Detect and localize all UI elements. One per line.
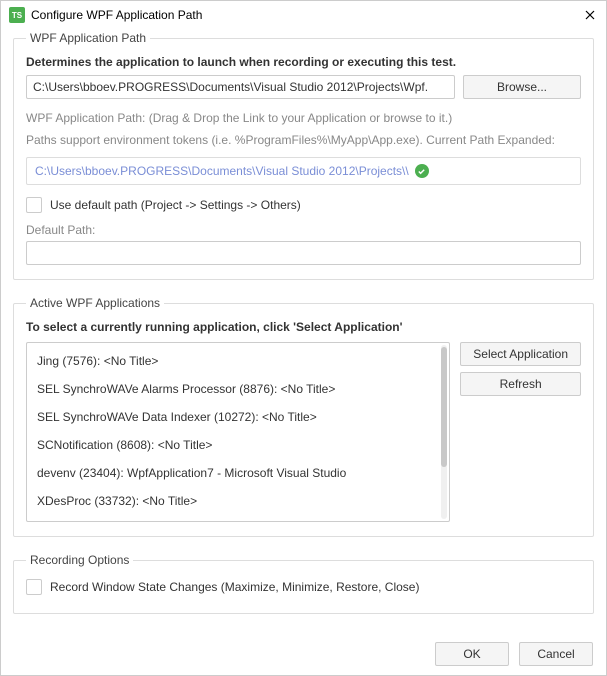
group-recording-options: Recording Options Record Window State Ch… xyxy=(13,553,594,614)
wpf-path-hint-tokens: Paths support environment tokens (i.e. %… xyxy=(26,133,581,147)
valid-path-icon xyxy=(415,164,429,178)
list-item[interactable]: SEL SynchroWAVe Data Indexer (10272): <N… xyxy=(27,403,449,431)
scrollbar[interactable] xyxy=(441,345,447,519)
legend-active-apps: Active WPF Applications xyxy=(26,296,164,310)
list-item[interactable]: Jing (7576): <No Title> xyxy=(27,347,449,375)
list-item[interactable]: SEL SynchroWAVe Alarms Processor (8876):… xyxy=(27,375,449,403)
titlebar: Configure WPF Application Path xyxy=(1,1,606,27)
group-active-apps: Active WPF Applications To select a curr… xyxy=(13,296,594,537)
list-item[interactable]: devenv (23404): WpfApplication7 - Micros… xyxy=(27,459,449,487)
wpf-path-hint-dragdrop: WPF Application Path: (Drag & Drop the L… xyxy=(26,111,581,125)
legend-wpf-path: WPF Application Path xyxy=(26,31,150,45)
use-default-path-checkbox[interactable] xyxy=(26,197,42,213)
close-icon xyxy=(585,10,595,20)
record-window-state-label: Record Window State Changes (Maximize, M… xyxy=(50,580,419,594)
group-wpf-path: WPF Application Path Determines the appl… xyxy=(13,31,594,280)
legend-recording-options: Recording Options xyxy=(26,553,133,567)
record-window-state-checkbox[interactable] xyxy=(26,579,42,595)
footer: OK Cancel xyxy=(435,642,593,666)
window-title: Configure WPF Application Path xyxy=(31,8,576,22)
list-item[interactable]: XDesProc (33732): <No Title> xyxy=(27,487,449,515)
default-path-label: Default Path: xyxy=(26,223,581,237)
default-path-input[interactable] xyxy=(26,241,581,265)
close-button[interactable] xyxy=(582,7,598,23)
app-icon xyxy=(9,7,25,23)
use-default-path-label: Use default path (Project -> Settings ->… xyxy=(50,198,301,212)
active-apps-listbox[interactable]: Jing (7576): <No Title> SEL SynchroWAVe … xyxy=(26,342,450,522)
wpf-path-input[interactable] xyxy=(26,75,455,99)
wpf-path-description: Determines the application to launch whe… xyxy=(26,55,581,69)
expanded-path-box: C:\Users\bboev.PROGRESS\Documents\Visual… xyxy=(26,157,581,185)
scrollbar-thumb[interactable] xyxy=(441,347,447,467)
select-application-button[interactable]: Select Application xyxy=(460,342,581,366)
refresh-button[interactable]: Refresh xyxy=(460,372,581,396)
browse-button[interactable]: Browse... xyxy=(463,75,581,99)
expanded-path-text: C:\Users\bboev.PROGRESS\Documents\Visual… xyxy=(35,164,409,178)
active-apps-instruction: To select a currently running applicatio… xyxy=(26,320,581,334)
cancel-button[interactable]: Cancel xyxy=(519,642,593,666)
list-item[interactable]: SCNotification (8608): <No Title> xyxy=(27,431,449,459)
ok-button[interactable]: OK xyxy=(435,642,509,666)
